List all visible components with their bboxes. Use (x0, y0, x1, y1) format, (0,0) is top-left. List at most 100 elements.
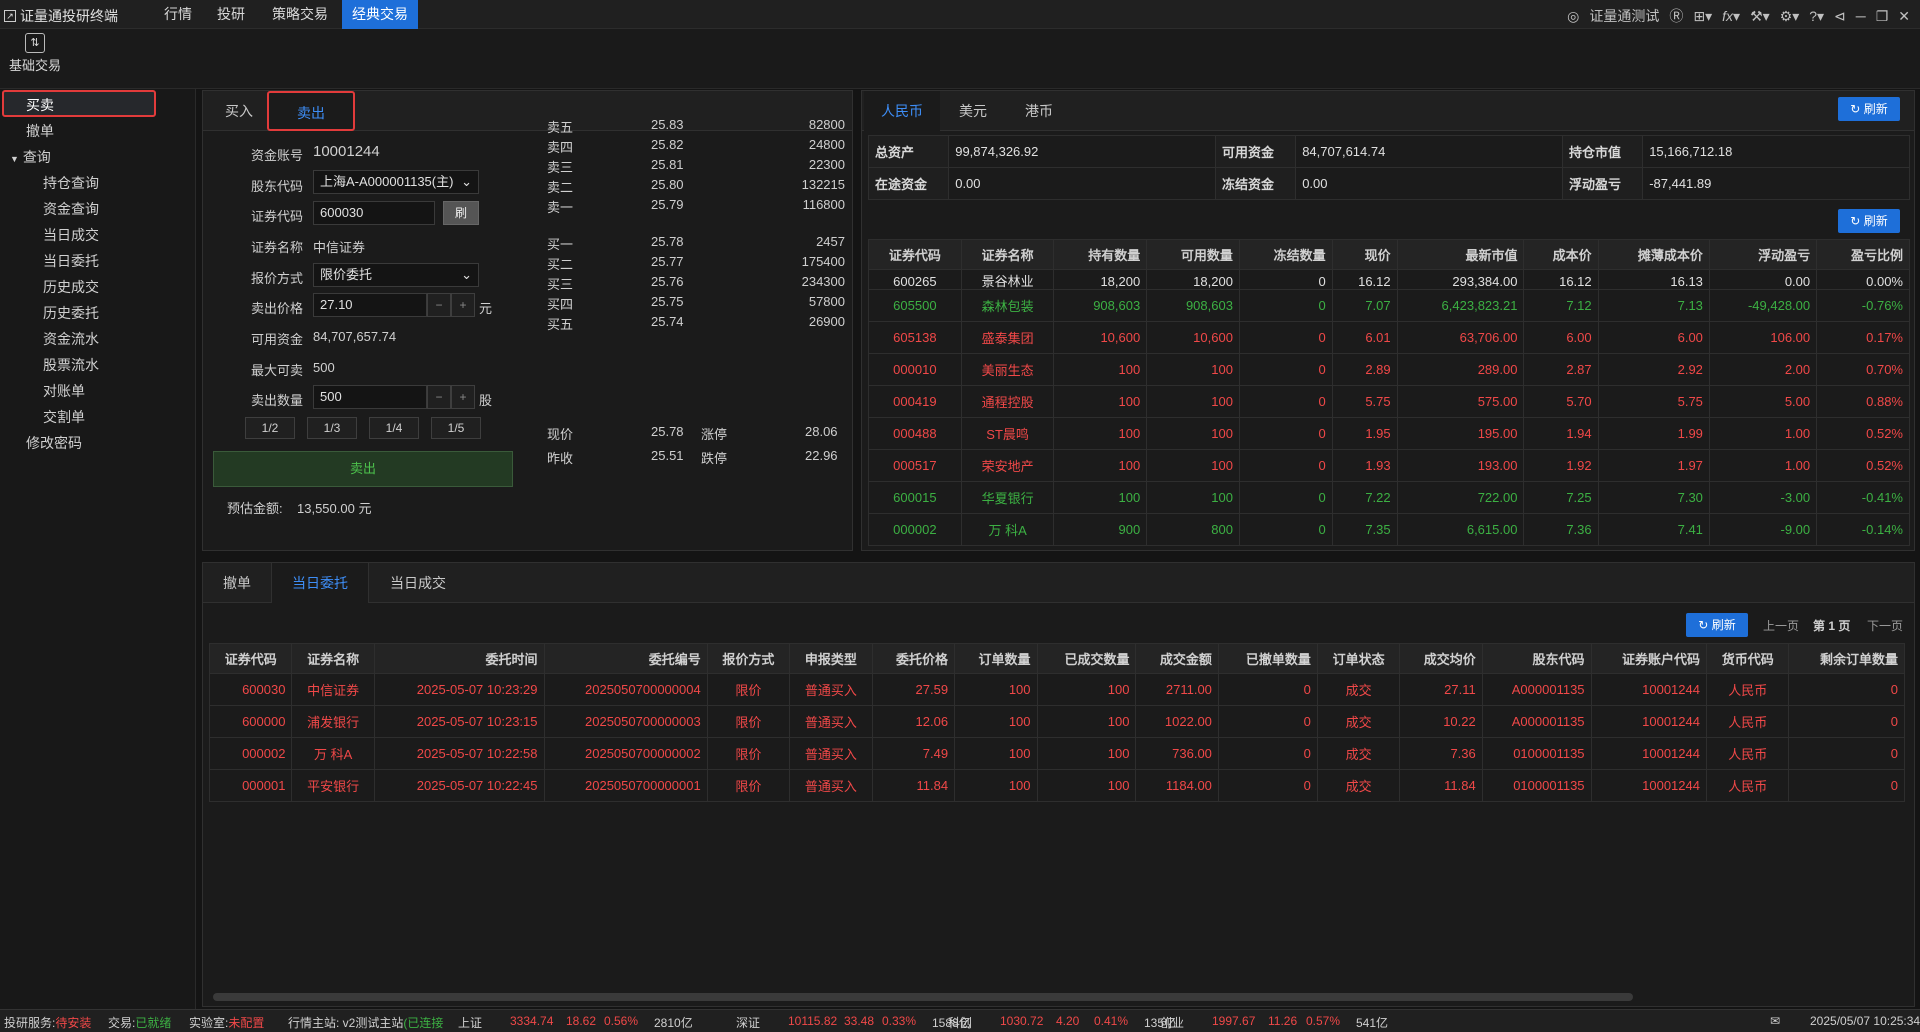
quote-level-price[interactable]: 25.76 (651, 274, 684, 289)
horizontal-scrollbar[interactable] (213, 993, 1633, 1001)
quote-level-price[interactable]: 25.80 (651, 177, 684, 192)
mail-icon[interactable]: ✉ (1770, 1014, 1780, 1028)
index-name[interactable]: 深证 (736, 1014, 760, 1031)
positions-header-cell[interactable]: 浮动盈亏 (1708, 239, 1818, 270)
prev-page-button[interactable]: 上一页 (1763, 617, 1799, 634)
restore-icon[interactable]: ❐ (1876, 8, 1889, 25)
price-input[interactable]: 27.10 (313, 293, 427, 317)
price-type-select[interactable]: 限价委托 ⌄ (313, 263, 479, 287)
tab-cny[interactable]: 人民币 (864, 91, 940, 131)
orders-header-cell[interactable]: 成交金额 (1135, 643, 1219, 674)
positions-header-cell[interactable]: 证券代码 (868, 239, 962, 270)
sidebar-item-history-orders[interactable]: 历史委托 (43, 303, 99, 323)
tab-today-orders[interactable]: 当日委托 (271, 563, 369, 603)
fraction-fifth-button[interactable]: 1/5 (431, 417, 481, 439)
tab-hkd[interactable]: 港币 (1006, 91, 1072, 131)
orders-header-cell[interactable]: 货币代码 (1705, 643, 1790, 674)
eye-off-icon[interactable]: ◎ (1567, 8, 1579, 25)
formula-icon[interactable]: fx▾ (1722, 8, 1740, 25)
positions-header-cell[interactable]: 成本价 (1523, 239, 1599, 270)
back-icon[interactable]: ⊲ (1834, 8, 1846, 25)
orders-header-cell[interactable]: 已成交数量 (1036, 643, 1137, 674)
orders-header-cell[interactable]: 订单状态 (1316, 643, 1401, 674)
positions-header-cell[interactable]: 冻结数量 (1238, 239, 1333, 270)
quote-level-price[interactable]: 25.81 (651, 157, 684, 172)
positions-header-cell[interactable]: 盈亏比例 (1816, 239, 1910, 270)
table-row[interactable]: 000002 万 科A 900 800 0 7.35 6,615.00 7.36 7.41 -9.… (868, 513, 1910, 546)
close-icon[interactable]: ✕ (1898, 8, 1910, 25)
index-name[interactable]: 创业 (1160, 1014, 1184, 1031)
account-refresh-button[interactable]: ↻ 刷新 (1838, 97, 1900, 121)
tab-today-deals[interactable]: 当日成交 (369, 563, 467, 603)
orders-refresh-button[interactable]: ↻ 刷新 (1686, 613, 1748, 637)
sidebar-item-funds[interactable]: 资金查询 (43, 199, 99, 219)
orders-header-cell[interactable]: 证券代码 (208, 643, 293, 674)
quote-level-price[interactable]: 25.78 (651, 234, 684, 249)
quote-level-price[interactable]: 25.77 (651, 254, 684, 269)
fraction-half-button[interactable]: 1/2 (245, 417, 295, 439)
table-row[interactable]: 000488 ST晨鸣 100 100 0 1.95 195.00 1.94 1.99 1.00 0… (868, 417, 1910, 450)
table-row[interactable]: 600015 华夏银行 100 100 0 7.22 722.00 7.25 7.30 -3.00… (868, 481, 1910, 514)
sidebar-item-today-orders[interactable]: 当日委托 (43, 251, 99, 271)
sidebar-item-query[interactable]: ▼ 查询 (10, 147, 51, 167)
basic-trade-button[interactable]: ⇅ 基础交易 (6, 33, 64, 74)
index-name[interactable]: 上证 (458, 1014, 482, 1031)
orders-header-cell[interactable]: 申报类型 (789, 643, 873, 674)
sidebar-item-change-password[interactable]: 修改密码 (26, 433, 82, 453)
user-icon[interactable]: Ⓡ (1669, 6, 1683, 26)
code-input[interactable]: 600030 (313, 201, 435, 225)
sidebar-item-fund-flow[interactable]: 资金流水 (43, 329, 99, 349)
username[interactable]: 证量通测试 (1589, 6, 1659, 26)
minimize-icon[interactable]: ─ (1856, 8, 1866, 24)
table-row[interactable]: 000419 通程控股 100 100 0 5.75 575.00 5.70 5.75 5.00 0… (868, 385, 1910, 418)
orders-header-cell[interactable]: 证券账户代码 (1590, 643, 1707, 674)
menu-market[interactable]: 行情 (154, 0, 202, 29)
orders-header-cell[interactable]: 报价方式 (706, 643, 791, 674)
orders-header-cell[interactable]: 委托时间 (373, 643, 545, 674)
price-increase-button[interactable]: + (451, 293, 475, 317)
price-decrease-button[interactable]: − (427, 293, 451, 317)
grid-icon[interactable]: ⊞▾ (1693, 8, 1712, 25)
fraction-quarter-button[interactable]: 1/4 (369, 417, 419, 439)
tools-icon[interactable]: ⚒▾ (1750, 8, 1770, 25)
table-row[interactable]: 600265 景谷林业 18,200 18,200 0 16.12 293,384.00 16… (868, 269, 1910, 290)
table-row[interactable]: 605138 盛泰集团 10,600 10,600 0 6.01 63,706.00 6.00… (868, 321, 1910, 354)
sidebar-item-positions[interactable]: 持仓查询 (43, 173, 99, 193)
positions-header-cell[interactable]: 现价 (1331, 239, 1398, 270)
orders-header-cell[interactable]: 委托价格 (871, 643, 956, 674)
positions-refresh-button[interactable]: ↻ 刷新 (1838, 209, 1900, 233)
sell-submit-button[interactable]: 卖出 (213, 451, 513, 487)
menu-strategy-trade[interactable]: 策略交易 (262, 0, 338, 29)
table-row[interactable]: 000001 平安银行 2025-05-07 10:22:45 20250507000… (208, 769, 1905, 802)
fraction-third-button[interactable]: 1/3 (307, 417, 357, 439)
index-name[interactable]: 科创 (948, 1014, 972, 1031)
menu-classic-trade[interactable]: 经典交易 (342, 0, 418, 29)
sidebar-item-stock-flow[interactable]: 股票流水 (43, 355, 99, 375)
orders-header-cell[interactable]: 订单数量 (954, 643, 1038, 674)
table-row[interactable]: 600030 中信证券 2025-05-07 10:23:29 20250507000… (208, 673, 1905, 706)
holder-select[interactable]: 上海A-A000001135(主) ⌄ (313, 170, 479, 194)
quote-level-price[interactable]: 25.83 (651, 117, 684, 132)
gear-icon[interactable]: ⚙▾ (1780, 8, 1800, 25)
table-row[interactable]: 000002 万 科A 2025-05-07 10:22:58 20250507000… (208, 737, 1905, 770)
positions-header-cell[interactable]: 最新市值 (1396, 239, 1525, 270)
qty-increase-button[interactable]: + (451, 385, 475, 409)
quote-level-price[interactable]: 25.82 (651, 137, 684, 152)
code-refresh-button[interactable]: 刷 (443, 201, 479, 225)
qty-input[interactable]: 500 (313, 385, 427, 409)
menu-research[interactable]: 投研 (207, 0, 255, 29)
next-page-button[interactable]: 下一页 (1867, 617, 1903, 634)
tab-buy[interactable]: 买入 (211, 91, 267, 131)
sidebar-item-today-deals[interactable]: 当日成交 (43, 225, 99, 245)
orders-header-cell[interactable]: 委托编号 (543, 643, 708, 674)
positions-header-cell[interactable]: 可用数量 (1146, 239, 1240, 270)
sidebar-item-history-deals[interactable]: 历史成交 (43, 277, 99, 297)
tab-cancel-orders[interactable]: 撤单 (203, 563, 271, 603)
sidebar-item-buysell[interactable]: 买卖 (26, 95, 54, 115)
sidebar-item-settlement[interactable]: 交割单 (43, 407, 85, 427)
orders-header-cell[interactable]: 剩余订单数量 (1788, 643, 1905, 674)
table-row[interactable]: 600000 浦发银行 2025-05-07 10:23:15 20250507000… (208, 705, 1905, 738)
positions-header-cell[interactable]: 持有数量 (1053, 239, 1148, 270)
table-row[interactable]: 000517 荣安地产 100 100 0 1.93 193.00 1.92 1.97 1.00 0… (868, 449, 1910, 482)
sidebar-item-statement[interactable]: 对账单 (43, 381, 85, 401)
